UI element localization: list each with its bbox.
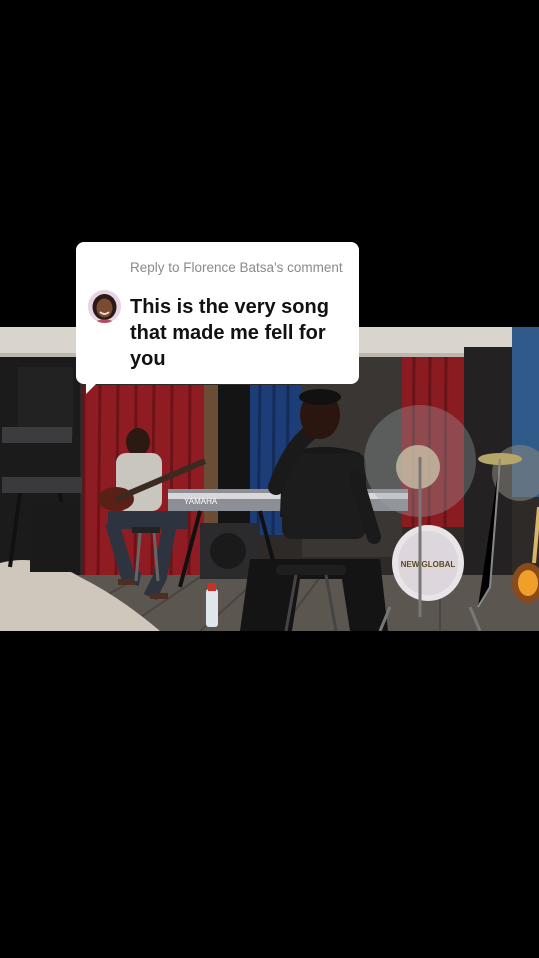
- reply-header-text: Reply to Florence Batsa's comment: [130, 260, 343, 275]
- drum-logo-label: NEW GLOBAL: [401, 560, 456, 569]
- user-avatar-icon: [88, 290, 121, 323]
- reply-comment-card[interactable]: Reply to Florence Batsa's comment This i…: [76, 242, 359, 394]
- comment-text: This is the very song that made me fell …: [130, 296, 329, 370]
- keyboard-brand-label: YAMAHA: [184, 497, 218, 506]
